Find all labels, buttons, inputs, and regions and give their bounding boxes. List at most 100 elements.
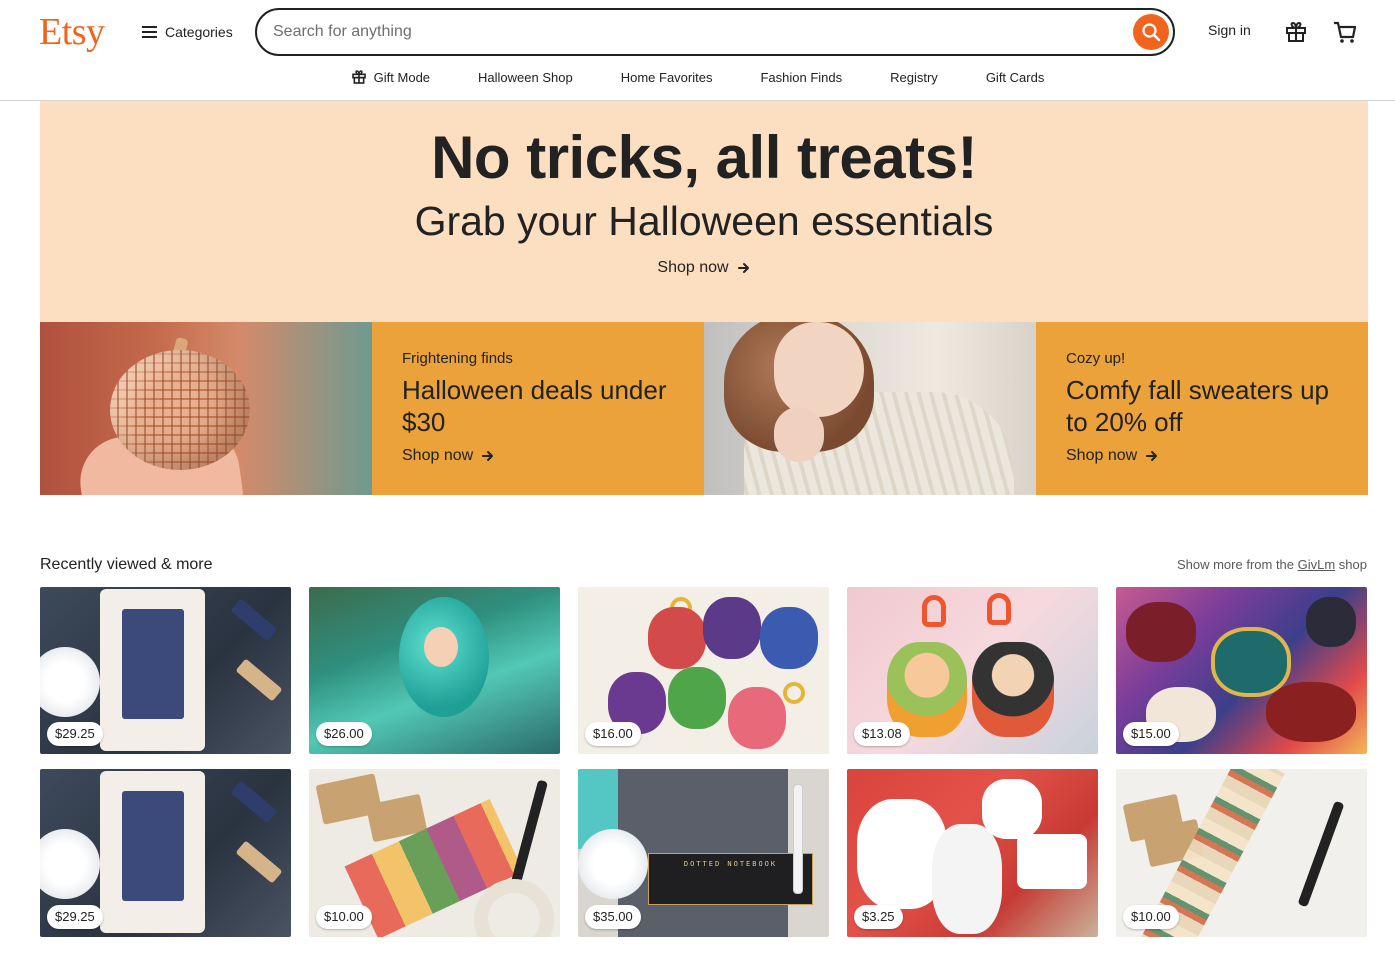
nav-halloween-shop[interactable]: Halloween Shop [478,66,573,88]
listing-card[interactable]: $10.00 [1116,769,1367,937]
sticker-shape [1306,597,1356,647]
price-badge: $29.25 [47,722,103,746]
listing-card[interactable]: $26.00 [309,587,560,754]
price-badge: $35.00 [585,905,641,929]
keychain-charm [668,667,726,729]
flower-shape [40,647,100,717]
nav-registry[interactable]: Registry [890,66,938,88]
search-input[interactable] [273,20,1123,44]
nav-gift-mode[interactable]: Gift Mode [351,66,430,88]
promo-cta-label: Shop now [402,447,474,464]
hero-cta-label: Shop now [657,259,729,276]
categories-button[interactable]: Categories [142,22,233,42]
promo-image-sweater[interactable] [704,322,1036,495]
notebook-label-text: DOTTED NOTEBOOK [683,860,778,868]
promo-kicker: Frightening finds [402,350,513,367]
recently-viewed-heading: Recently viewed & more [40,556,213,573]
acrylic-charm [972,642,1054,737]
notebook-label: DOTTED NOTEBOOK [648,853,813,905]
keyring-shape [783,682,805,704]
promo-image-pumpkin[interactable] [40,322,372,495]
listing-card[interactable]: $29.25 [40,587,291,754]
gift-icon [351,70,366,84]
arrow-right-icon [1146,451,1158,461]
show-more-suffix: shop [1335,557,1367,572]
price-badge: $29.25 [47,905,103,929]
promo-fall-sweaters[interactable]: Cozy up! Comfy fall sweaters up to 20% o… [1036,322,1368,495]
flower-shape [40,829,100,899]
listing-card[interactable]: $16.00 [578,587,829,754]
show-more-prefix: Show more from the [1176,557,1298,572]
hero-shop-now-link[interactable]: Shop now [40,259,1368,277]
promo-shop-now-link[interactable]: Shop now [402,447,495,465]
flower-shape [578,829,648,899]
arrow-right-icon [737,263,749,273]
listing-card[interactable]: $13.08 [847,587,1098,754]
pen-shape [793,784,803,894]
categories-label: Categories [165,24,233,40]
nav-gift-cards[interactable]: Gift Cards [986,66,1045,88]
price-badge: $3.25 [854,905,903,929]
listing-card[interactable]: $15.00 [1116,587,1367,754]
listing-card[interactable]: DOTTED NOTEBOOK $35.00 [578,769,829,937]
show-more-shop-link[interactable]: Show more from the GivLm shop [1177,557,1367,572]
keychain-charm [703,597,761,659]
keychain-charm [760,607,818,669]
gift-icon[interactable] [1284,20,1308,44]
search-icon [1142,23,1161,42]
keychain-charm [648,607,706,669]
sticker-shape [982,779,1042,839]
clothespin-shape [235,840,283,884]
site-header: Etsy Categories Sign in [0,0,1395,101]
price-badge: $10.00 [316,905,372,929]
sticker-shape [932,824,1002,934]
sticker-shape [1266,682,1356,742]
nav-home-favorites[interactable]: Home Favorites [621,66,713,88]
hand-shape [774,407,824,462]
listing-card[interactable]: $10.00 [309,769,560,937]
shop-name-link[interactable]: GivLm [1298,557,1336,572]
promo-halloween-deals[interactable]: Frightening finds Halloween deals under … [372,322,704,495]
clothespin-shape [230,780,278,824]
disco-pumpkin-tiles [110,350,250,470]
card-holder-window [122,609,184,719]
nav-fashion-finds[interactable]: Fashion Finds [760,66,842,88]
price-badge: $16.00 [585,722,641,746]
price-badge: $26.00 [316,722,372,746]
character-face [424,627,458,667]
price-badge: $15.00 [1123,722,1179,746]
lobster-clasp [922,595,946,627]
promo-kicker: Cozy up! [1066,350,1126,367]
listing-card[interactable]: $29.25 [40,769,291,937]
tag-shape [1017,834,1087,889]
clothespin-shape [235,658,283,702]
keychain-charm [728,687,786,749]
price-badge: $10.00 [1123,905,1179,929]
hero-subtitle: Grab your Halloween essentials [414,198,994,244]
card-holder-window [122,791,184,901]
promo-shop-now-link[interactable]: Shop now [1066,447,1159,465]
etsy-logo[interactable]: Etsy [39,10,105,54]
search-bar [255,8,1175,56]
hero-title: No tricks, all treats! [431,124,977,191]
pen-shape [509,779,549,889]
top-nav: Gift Mode Halloween Shop Home Favorites … [0,66,1395,90]
sticker-shape [1211,627,1291,697]
clothespin-shape [230,598,278,642]
hamburger-menu-icon [142,26,157,38]
nav-label: Gift Mode [373,69,431,85]
price-badge: $13.08 [854,722,910,746]
sticker-shape [1126,602,1196,662]
sign-in-link[interactable]: Sign in [1208,22,1251,38]
promo-cta-label: Shop now [1066,447,1138,464]
search-button[interactable] [1133,14,1169,50]
promo-headline: Halloween deals under $30 [402,375,667,437]
hero-banner[interactable]: No tricks, all treats! Grab your Hallowe… [40,101,1368,322]
promo-headline: Comfy fall sweaters up to 20% off [1066,375,1329,437]
cart-icon[interactable] [1332,19,1358,45]
listing-card[interactable]: $3.25 [847,769,1098,937]
arrow-right-icon [482,451,494,461]
pen-shape [1297,800,1345,908]
face [774,322,864,417]
lobster-clasp [987,593,1011,625]
